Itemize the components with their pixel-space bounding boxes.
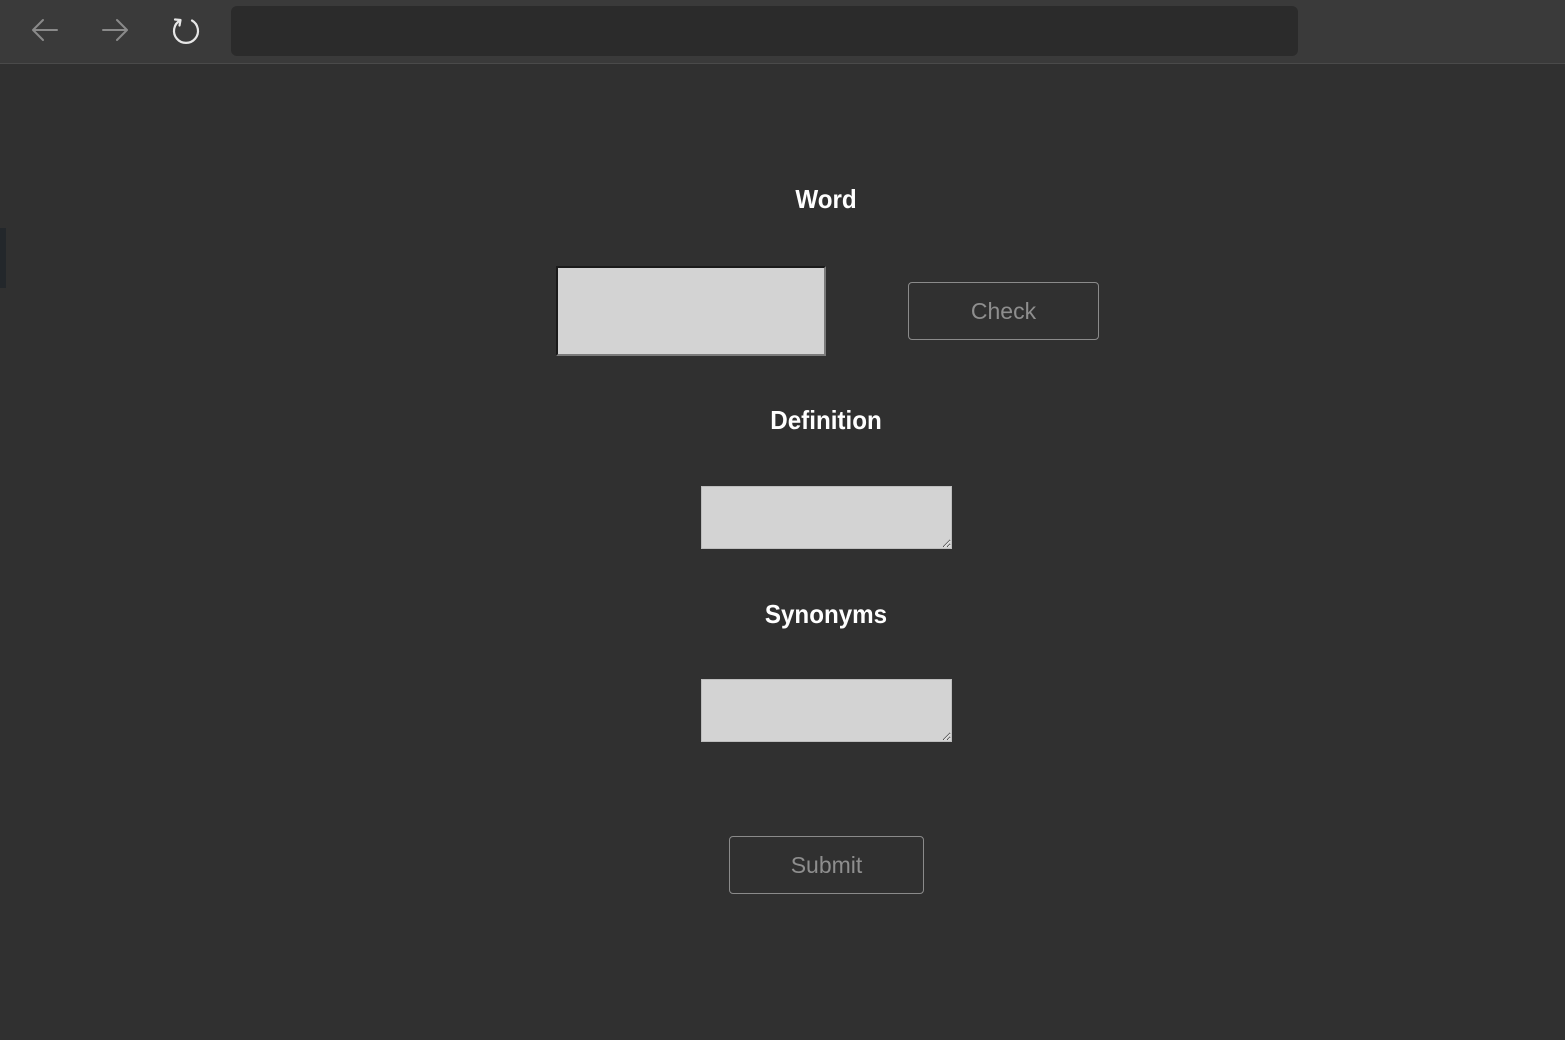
synonyms-textarea[interactable]: [701, 679, 952, 742]
address-bar[interactable]: [231, 6, 1298, 56]
definition-textarea[interactable]: [701, 486, 952, 549]
back-button[interactable]: [27, 12, 63, 48]
word-input[interactable]: [556, 266, 826, 356]
reload-icon: [172, 18, 200, 44]
word-label: Word: [795, 184, 857, 214]
forward-button[interactable]: [97, 12, 133, 48]
browser-toolbar: [0, 0, 1565, 64]
arrow-left-icon: [32, 19, 58, 41]
reload-button[interactable]: [168, 12, 204, 48]
check-button[interactable]: Check: [908, 282, 1099, 340]
synonyms-label: Synonyms: [764, 599, 888, 629]
arrow-right-icon: [102, 19, 128, 41]
submit-button[interactable]: Submit: [729, 836, 924, 894]
page-content: Word Check Definition Synonyms Submit: [0, 64, 1565, 1040]
definition-label: Definition: [770, 405, 882, 435]
